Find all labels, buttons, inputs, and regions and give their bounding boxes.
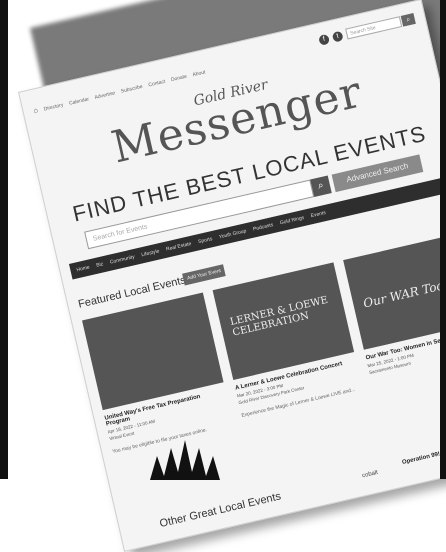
nav-item-biz[interactable]: Biz <box>96 261 104 268</box>
nav-item-community[interactable]: Community <box>109 254 135 266</box>
add-event-button[interactable]: Add Your Event <box>182 264 227 286</box>
frame-edge-right <box>440 0 446 479</box>
nav-item-sports[interactable]: Sports <box>198 236 213 245</box>
topnav-contact[interactable]: Contact <box>148 78 166 88</box>
topnav-advertise[interactable]: Advertise <box>94 90 116 101</box>
facebook-icon[interactable]: f <box>318 33 331 46</box>
event-image[interactable]: Our WAR Too <box>343 232 446 350</box>
nav-item-events[interactable]: Events <box>310 210 326 219</box>
nav-item-gold-rings[interactable]: Gold Rings <box>279 215 304 226</box>
nav-item-real-estate[interactable]: Real Estate <box>166 241 193 253</box>
search-icon[interactable]: ⌕ <box>310 175 332 198</box>
topnav-directory[interactable]: Directory <box>43 102 64 112</box>
event-image-text: LERNER & LOEWE CELEBRATION <box>229 294 330 339</box>
social-icons: f t <box>318 30 344 46</box>
topnav-subscribe[interactable]: Subscribe <box>120 83 143 94</box>
site-search-icon[interactable]: ⌕ <box>400 13 416 27</box>
site-search-input[interactable]: Search Site <box>345 16 403 40</box>
nav-item-youth-group[interactable]: Youth Group <box>218 228 247 240</box>
home-icon[interactable]: ⌂ <box>33 107 39 115</box>
operation-99-title[interactable]: Operation 99! <box>402 451 441 466</box>
twitter-icon[interactable]: t <box>331 30 344 43</box>
nav-item-lifestyle[interactable]: Lifestyle <box>141 248 160 258</box>
nav-item-home[interactable]: Home <box>76 264 90 273</box>
topnav-about[interactable]: About <box>192 69 206 78</box>
topnav-calendar[interactable]: Calendar <box>68 96 89 106</box>
frame-edge-left <box>0 0 8 479</box>
nav-item-podcasts[interactable]: Podcasts <box>252 222 273 232</box>
cobalt-logo[interactable]: cobalt <box>362 470 379 479</box>
browser-page: ⌂ Directory Calendar Advertise Subscribe… <box>18 0 446 552</box>
event-image-text: Our WAR Too <box>361 278 445 311</box>
topnav-donate[interactable]: Donate <box>170 73 187 82</box>
